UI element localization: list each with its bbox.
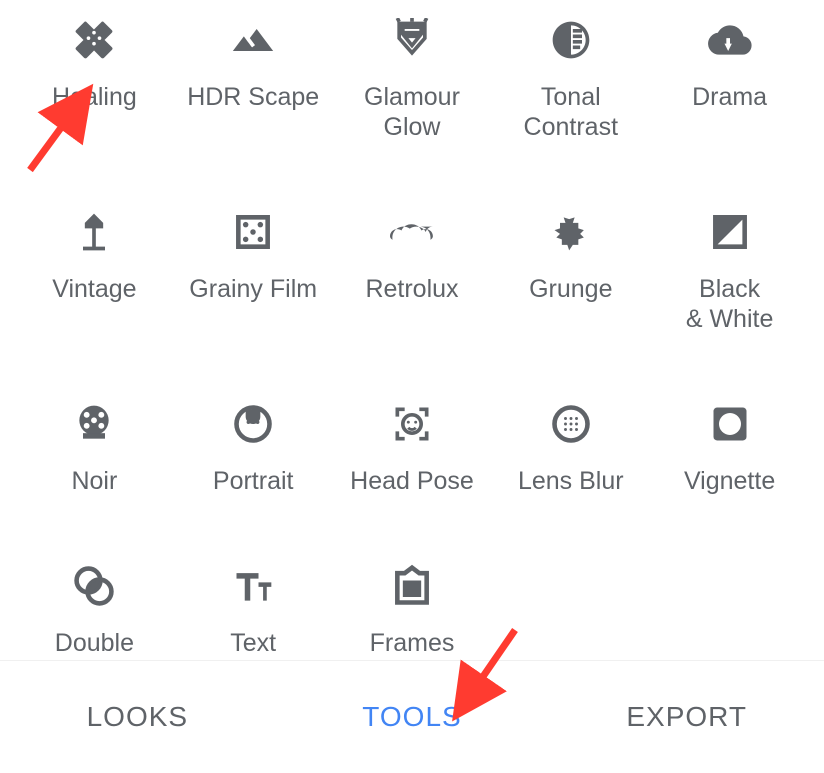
tool-label: Noir <box>71 466 117 496</box>
tool-frames[interactable]: Frames <box>333 546 492 660</box>
tool-glamour-glow[interactable]: Glamour Glow <box>333 0 492 142</box>
portrait-icon <box>231 394 275 454</box>
lens-blur-icon <box>549 394 593 454</box>
tool-label: Vignette <box>684 466 775 496</box>
grunge-icon <box>549 202 593 262</box>
tool-tonal-contrast[interactable]: Tonal Contrast <box>491 0 650 142</box>
tool-label: Vintage <box>52 274 136 304</box>
tool-grainy-film[interactable]: Grainy Film <box>174 192 333 334</box>
tool-black-white[interactable]: Black & White <box>650 192 809 334</box>
frames-icon <box>390 556 434 616</box>
tab-looks[interactable]: LOOKS <box>0 661 275 773</box>
tool-label: Lens Blur <box>518 466 624 496</box>
tab-tools[interactable]: TOOLS <box>275 661 550 773</box>
tools-grid: Healing HDR Scape Glamour Glow Tonal Con… <box>0 0 824 660</box>
tool-label: Double Exposure <box>42 628 148 660</box>
tool-vignette[interactable]: Vignette <box>650 384 809 496</box>
tool-noir[interactable]: Noir <box>15 384 174 496</box>
noir-icon <box>72 394 116 454</box>
tool-label: Retrolux <box>365 274 458 304</box>
tool-vintage[interactable]: Vintage <box>15 192 174 334</box>
tool-grunge[interactable]: Grunge <box>491 192 650 334</box>
tool-label: Grunge <box>529 274 612 304</box>
tool-label: Tonal Contrast <box>524 82 618 142</box>
vintage-icon <box>72 202 116 262</box>
tab-export[interactable]: EXPORT <box>549 661 824 773</box>
drama-icon <box>708 10 752 70</box>
tool-portrait[interactable]: Portrait <box>174 384 333 496</box>
double-exposure-icon <box>72 556 116 616</box>
tool-label: Text <box>230 628 276 658</box>
healing-icon <box>72 10 116 70</box>
tool-hdr-scape[interactable]: HDR Scape <box>174 0 333 142</box>
tool-drama[interactable]: Drama <box>650 0 809 142</box>
text-icon <box>231 556 275 616</box>
tool-lens-blur[interactable]: Lens Blur <box>491 384 650 496</box>
tool-label: HDR Scape <box>187 82 319 112</box>
grainy-film-icon <box>231 202 275 262</box>
tool-label: Black & White <box>686 274 774 334</box>
tool-healing[interactable]: Healing <box>15 0 174 142</box>
tool-label: Frames <box>370 628 455 658</box>
tool-double-exposure[interactable]: Double Exposure <box>15 546 174 660</box>
vignette-icon <box>708 394 752 454</box>
tool-label: Head Pose <box>350 466 474 496</box>
tool-label: Portrait <box>213 466 294 496</box>
black-white-icon <box>708 202 752 262</box>
tool-label: Grainy Film <box>189 274 317 304</box>
bottom-tabs: LOOKS TOOLS EXPORT <box>0 660 824 773</box>
tool-head-pose[interactable]: Head Pose <box>333 384 492 496</box>
tool-label: Glamour Glow <box>364 82 460 142</box>
hdr-scape-icon <box>231 10 275 70</box>
glamour-glow-icon <box>390 10 434 70</box>
retrolux-icon <box>390 202 434 262</box>
tool-label: Drama <box>692 82 767 112</box>
tonal-contrast-icon <box>549 10 593 70</box>
tool-label: Healing <box>52 82 137 112</box>
tool-text[interactable]: Text <box>174 546 333 660</box>
head-pose-icon <box>390 394 434 454</box>
tool-retrolux[interactable]: Retrolux <box>333 192 492 334</box>
